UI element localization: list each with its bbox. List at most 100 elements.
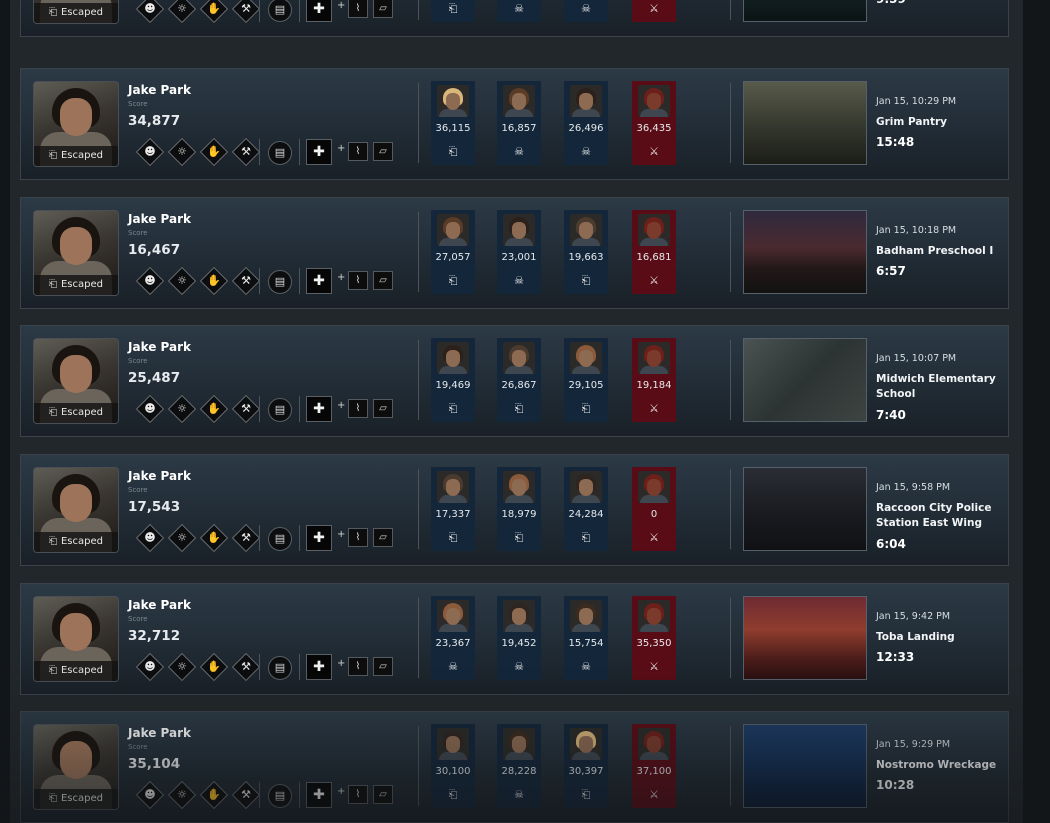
survivor-card[interactable]: 23,001 ☠ — [497, 210, 541, 294]
hand-perk-icon[interactable]: ✋ — [199, 652, 229, 682]
killer-card[interactable]: 19,184 ⚔ — [632, 338, 676, 422]
survivor-card[interactable]: 18,979 ⎗ — [497, 467, 541, 551]
survivor-card[interactable]: 26,496 ☠ — [564, 81, 608, 165]
medkit-icon[interactable]: ✚ — [306, 139, 332, 165]
medkit-icon[interactable]: ✚ — [306, 0, 332, 22]
survivor-card[interactable]: 25,110 ⎗ — [431, 0, 475, 22]
bandage-addon-icon[interactable]: ⌇ — [348, 399, 368, 418]
map-thumbnail[interactable] — [743, 81, 867, 165]
map-offering-icon[interactable]: ▤ — [268, 0, 292, 22]
bandage-addon-icon[interactable]: ⌇ — [348, 0, 368, 18]
map-offering-icon[interactable]: ▤ — [268, 656, 292, 680]
killer-card[interactable]: 37,100 ⚔ — [632, 724, 676, 808]
match-row[interactable]: ⎗Escaped Jake ParkScore☻☼✋⚒▤✚+⌇▱ 25,110 … — [20, 0, 1009, 37]
survivor-card[interactable]: 24,284 ⎗ — [564, 467, 608, 551]
gauze-addon-icon[interactable]: ▱ — [373, 142, 393, 161]
dead-hard-perk-icon[interactable]: ☼ — [167, 137, 197, 167]
bandage-addon-icon[interactable]: ⌇ — [348, 271, 368, 290]
participant-points: 23,001 — [501, 252, 537, 263]
divider — [730, 469, 731, 549]
map-thumbnail[interactable] — [743, 467, 867, 551]
match-row[interactable]: ⎗ Escaped Jake Park Score 25,487 ☻ ☼ ✋ ⚒ ▤ ✚ + ⌇ ▱ 1… — [20, 325, 1009, 437]
dead-hard-perk-icon[interactable]: ☼ — [167, 266, 197, 296]
match-row[interactable]: ⎗ Escaped Jake Park Score 35,104 ☻ ☼ ✋ ⚒ ▤ ✚ + ⌇ ▱ 3… — [20, 711, 1009, 823]
killer-card[interactable]: 36,435 ⚔ — [632, 81, 676, 165]
bandage-addon-icon[interactable]: ⌇ — [348, 142, 368, 161]
survivor-card[interactable]: 27,186 ☠ — [564, 0, 608, 22]
map-thumbnail[interactable] — [743, 0, 867, 22]
axe-perk-icon[interactable]: ⚒ — [231, 0, 261, 24]
gauze-addon-icon[interactable]: ▱ — [373, 528, 393, 547]
axe-perk-icon[interactable]: ⚒ — [231, 523, 261, 553]
map-offering-icon[interactable]: ▤ — [268, 270, 292, 294]
survivor-card[interactable]: 23,367 ☠ — [431, 596, 475, 680]
gauze-addon-icon[interactable]: ▱ — [373, 0, 393, 18]
hand-perk-icon[interactable]: ✋ — [199, 0, 229, 24]
survivor-card[interactable]: 16,637 ☠ — [497, 0, 541, 22]
dead-hard-perk-icon[interactable]: ☼ — [167, 0, 197, 24]
hand-perk-icon[interactable]: ✋ — [199, 394, 229, 424]
survivor-card[interactable]: 17,337 ⎗ — [431, 467, 475, 551]
jake-perk-icon[interactable]: ☻ — [135, 394, 165, 424]
survivor-card[interactable]: 19,452 ☠ — [497, 596, 541, 680]
jake-perk-icon[interactable]: ☻ — [135, 266, 165, 296]
hand-perk-icon[interactable]: ✋ — [199, 523, 229, 553]
dead-hard-perk-icon[interactable]: ☼ — [167, 652, 197, 682]
map-thumbnail[interactable] — [743, 596, 867, 680]
axe-perk-icon[interactable]: ⚒ — [231, 780, 261, 810]
survivor-card[interactable]: 16,857 ☠ — [497, 81, 541, 165]
killer-card[interactable]: 26,835 ⚔ — [632, 0, 676, 22]
match-row[interactable]: ⎗ Escaped Jake Park Score 34,877 ☻ ☼ ✋ ⚒ ▤ ✚ + ⌇ ▱ 3… — [20, 68, 1009, 180]
map-offering-icon[interactable]: ▤ — [268, 784, 292, 808]
gauze-addon-icon[interactable]: ▱ — [373, 271, 393, 290]
medkit-icon[interactable]: ✚ — [306, 268, 332, 294]
gauze-addon-icon[interactable]: ▱ — [373, 399, 393, 418]
axe-perk-icon[interactable]: ⚒ — [231, 137, 261, 167]
bandage-addon-icon[interactable]: ⌇ — [348, 785, 368, 804]
killer-card[interactable]: 0 ⚔ — [632, 467, 676, 551]
dead-hard-perk-icon[interactable]: ☼ — [167, 780, 197, 810]
jake-perk-icon[interactable]: ☻ — [135, 780, 165, 810]
survivor-card[interactable]: 36,115 ⎗ — [431, 81, 475, 165]
map-offering-icon[interactable]: ▤ — [268, 141, 292, 165]
medkit-icon[interactable]: ✚ — [306, 525, 332, 551]
bandage-addon-icon[interactable]: ⌇ — [348, 657, 368, 676]
survivor-card[interactable]: 29,105 ⎗ — [564, 338, 608, 422]
dead-hard-perk-icon[interactable]: ☼ — [167, 394, 197, 424]
dead-hard-perk-icon[interactable]: ☼ — [167, 523, 197, 553]
axe-perk-icon[interactable]: ⚒ — [231, 266, 261, 296]
match-row[interactable]: ⎗ Escaped Jake Park Score 16,467 ☻ ☼ ✋ ⚒ ▤ ✚ + ⌇ ▱ 2… — [20, 197, 1009, 309]
map-thumbnail[interactable] — [743, 338, 867, 422]
hand-perk-icon[interactable]: ✋ — [199, 137, 229, 167]
hand-perk-icon[interactable]: ✋ — [199, 780, 229, 810]
survivor-card[interactable]: 27,057 ⎗ — [431, 210, 475, 294]
map-offering-icon[interactable]: ▤ — [268, 398, 292, 422]
match-row[interactable]: ⎗ Escaped Jake Park Score 17,543 ☻ ☼ ✋ ⚒ ▤ ✚ + ⌇ ▱ 1… — [20, 454, 1009, 566]
survivor-card[interactable]: 26,867 ⎗ — [497, 338, 541, 422]
jake-perk-icon[interactable]: ☻ — [135, 652, 165, 682]
axe-perk-icon[interactable]: ⚒ — [231, 652, 261, 682]
gauze-addon-icon[interactable]: ▱ — [373, 657, 393, 676]
survivor-card[interactable]: 28,228 ☠ — [497, 724, 541, 808]
medkit-icon[interactable]: ✚ — [306, 654, 332, 680]
map-thumbnail[interactable] — [743, 210, 867, 294]
axe-perk-icon[interactable]: ⚒ — [231, 394, 261, 424]
killer-card[interactable]: 35,350 ⚔ — [632, 596, 676, 680]
survivor-card[interactable]: 30,397 ⎗ — [564, 724, 608, 808]
medkit-icon[interactable]: ✚ — [306, 782, 332, 808]
gauze-addon-icon[interactable]: ▱ — [373, 785, 393, 804]
killer-card[interactable]: 16,681 ⚔ — [632, 210, 676, 294]
jake-perk-icon[interactable]: ☻ — [135, 523, 165, 553]
map-thumbnail[interactable] — [743, 724, 867, 808]
survivor-card[interactable]: 19,663 ⎗ — [564, 210, 608, 294]
survivor-card[interactable]: 19,469 ⎗ — [431, 338, 475, 422]
survivor-card[interactable]: 30,100 ⎗ — [431, 724, 475, 808]
survivor-card[interactable]: 15,754 ☠ — [564, 596, 608, 680]
match-row[interactable]: ⎗ Escaped Jake Park Score 32,712 ☻ ☼ ✋ ⚒ ▤ ✚ + ⌇ ▱ 2… — [20, 583, 1009, 695]
bandage-addon-icon[interactable]: ⌇ — [348, 528, 368, 547]
jake-perk-icon[interactable]: ☻ — [135, 137, 165, 167]
jake-perk-icon[interactable]: ☻ — [135, 0, 165, 24]
hand-perk-icon[interactable]: ✋ — [199, 266, 229, 296]
medkit-icon[interactable]: ✚ — [306, 396, 332, 422]
map-offering-icon[interactable]: ▤ — [268, 527, 292, 551]
